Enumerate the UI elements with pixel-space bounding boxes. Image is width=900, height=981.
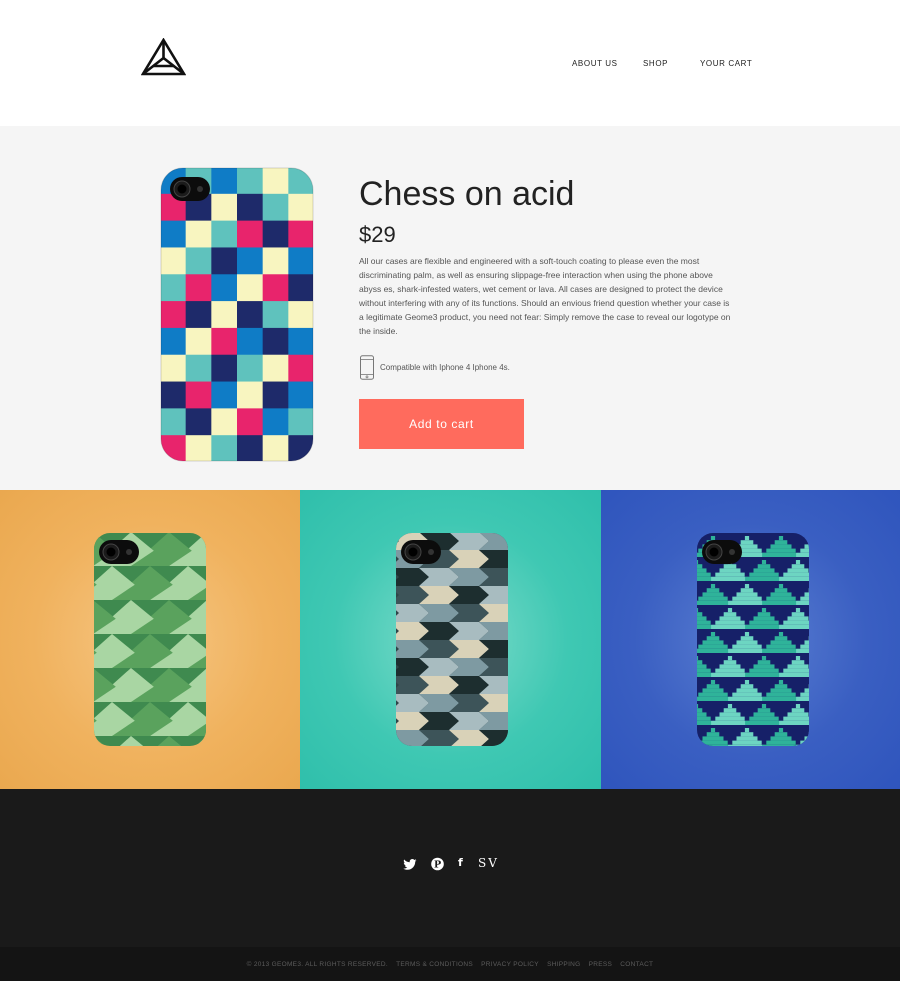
header: ABOUT US SHOP YOUR CART: [0, 0, 900, 126]
pixel-triangle-phone-case-image: [697, 533, 809, 746]
pinterest-icon-label: P: [434, 860, 441, 871]
social-links: P f SV: [0, 855, 900, 871]
product-hero: Chess on acid $29 All our cases are flex…: [0, 126, 900, 490]
gallery-tile-green-triangles[interactable]: [0, 490, 300, 789]
product-price: $29: [359, 222, 396, 247]
compatibility-text: Compatible with Iphone 4 Iphone 4s.: [380, 363, 510, 372]
chess-phone-case-image: [160, 167, 314, 462]
footer: P f SV: [0, 789, 900, 947]
terms-link[interactable]: TERMS & CONDITIONS: [396, 961, 473, 968]
phone-icon: [360, 355, 374, 380]
chevron-phone-case-image: [396, 533, 508, 746]
sub-footer: © 2013 GEOME3. ALL RIGHTS RESERVED. TERM…: [0, 947, 900, 981]
nav-shop[interactable]: SHOP: [643, 59, 668, 68]
copyright-text: © 2013 GEOME3. ALL RIGHTS RESERVED.: [246, 961, 389, 968]
compatibility-note: Compatible with Iphone 4 Iphone 4s.: [359, 355, 659, 381]
press-link[interactable]: PRESS: [589, 961, 613, 968]
contact-link[interactable]: CONTACT: [620, 961, 653, 968]
product-title: Chess on acid: [359, 175, 575, 213]
twitter-icon[interactable]: [403, 857, 417, 873]
product-description: All our cases are flexible and engineere…: [359, 256, 731, 336]
add-to-cart-button[interactable]: Add to cart: [359, 399, 524, 449]
sv-icon[interactable]: SV: [478, 855, 499, 871]
shipping-link[interactable]: SHIPPING: [547, 961, 580, 968]
product-gallery: [0, 490, 900, 789]
facebook-icon[interactable]: f: [458, 855, 463, 871]
nav-about-us[interactable]: ABOUT US: [572, 59, 618, 68]
gallery-tile-pixel-triangles[interactable]: [601, 490, 900, 789]
main-nav: ABOUT US SHOP YOUR CART: [0, 59, 900, 73]
nav-your-cart[interactable]: YOUR CART: [700, 59, 752, 68]
page: ABOUT US SHOP YOUR CART Chess on acid $2…: [0, 0, 900, 981]
green-triangle-phone-case-image: [94, 533, 206, 746]
privacy-policy-link[interactable]: PRIVACY POLICY: [481, 961, 539, 968]
legal-links: © 2013 GEOME3. ALL RIGHTS RESERVED. TERM…: [0, 961, 900, 968]
pinterest-icon[interactable]: P: [431, 856, 444, 872]
gallery-tile-chevron[interactable]: [300, 490, 601, 789]
